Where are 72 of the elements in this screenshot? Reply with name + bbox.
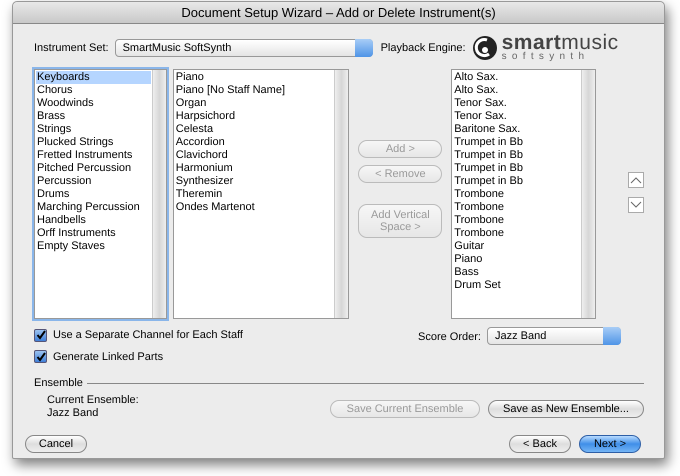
scrollbar[interactable] [334,70,348,318]
score-item[interactable]: Trumpet in Bb [453,175,580,188]
instrument-item[interactable]: Clavichord [174,149,334,162]
score-item[interactable]: Piano [453,253,580,266]
category-item[interactable]: Plucked Strings [36,136,151,149]
checkbox-label: Use a Separate Channel for Each Staff [53,328,243,343]
score-item[interactable]: Drum Set [453,279,580,292]
instrument-item[interactable]: Harmonium [174,162,334,175]
logo-tagline: softsynth [502,52,590,62]
instrument-item[interactable]: Harpsichord [174,110,334,123]
current-ensemble-value: Jazz Band [47,406,100,420]
score-item[interactable]: Trombone [453,227,580,240]
wizard-button[interactable]: < Back [509,434,571,452]
save-as-new-ensemble-button[interactable]: Save as New Ensemble... [488,400,644,418]
checkbox-label: Generate Linked Parts [53,350,164,364]
checkbox[interactable] [34,350,47,364]
category-item[interactable]: Pitched Percussion [36,162,151,175]
instrument-set-dropdown[interactable]: SmartMusic SoftSynth [114,39,373,57]
ensemble-group-label: Ensemble [34,376,83,391]
wizard-button[interactable]: Cancel [25,434,87,452]
window-title: Document Setup Wizard – Add or Delete Instrument(s) [181,5,496,21]
category-item[interactable]: Marching Percussion [36,201,151,214]
score-item[interactable]: Trombone [453,188,580,201]
category-item[interactable]: Chorus [36,84,151,97]
instrument-list[interactable]: Piano Piano [No Staff Name] Organ Harpsichord Celesta Accordion Clavichord Harmonium Synthesizer Theremin Ondes Martenot [172,69,350,319]
score-item[interactable]: Trumpet in Bb [453,149,580,162]
instrument-item[interactable]: Synthesizer [174,175,334,188]
score-item[interactable]: Baritone Sax. [453,123,580,136]
score-item[interactable]: Alto Sax. [453,71,580,84]
move-down-button[interactable] [628,197,644,213]
playback-engine-label: Playback Engine: [380,40,466,56]
score-item[interactable]: Guitar [453,240,580,253]
score-list[interactable]: Alto Sax. Alto Sax. Tenor Sax. Tenor Sax. Baritone Sax. Trumpet in Bb Trumpet in Bb Trumpet in Bb Trumpet in Bb Trombone Trombone Trombone Trombone Guitar Piano Bass Drum Set [451,69,596,319]
score-item[interactable]: Alto Sax. [453,84,580,97]
score-item[interactable]: Trumpet in Bb [453,162,580,175]
category-item[interactable]: Orff Instruments [36,227,151,240]
instrument-item[interactable]: Accordion [174,136,334,149]
category-list[interactable]: Keyboards Chorus Woodwinds Brass Strings Plucked Strings Fretted Instruments Pitched Percussion Percussion Drums Marching Percussion Handbells Orff Instruments Empty Staves [34,69,167,319]
score-item[interactable]: Trumpet in Bb [453,136,580,149]
category-item[interactable]: Drums [36,188,151,201]
score-item[interactable]: Bass [453,266,580,279]
instrument-item[interactable]: Organ [174,97,334,110]
category-item[interactable]: Fretted Instruments [36,149,151,162]
category-item[interactable]: Percussion [36,175,151,188]
move-up-button[interactable] [628,172,644,188]
category-item[interactable]: Empty Staves [36,240,151,253]
category-item[interactable]: Woodwinds [36,97,151,110]
instrument-item[interactable]: Piano [No Staff Name] [174,84,334,97]
scrollbar[interactable] [152,70,166,318]
score-item[interactable]: Trombone [453,214,580,227]
current-ensemble-label: Current Ensemble: [47,394,140,406]
category-item[interactable]: Brass [36,110,151,123]
wizard-button[interactable]: Next > [579,434,641,452]
instrument-item[interactable]: Celesta [174,123,334,136]
checkbox[interactable] [34,328,47,342]
instrument-item[interactable]: Theremin [174,188,334,201]
category-item[interactable]: Handbells [36,214,151,227]
score-item[interactable]: Tenor Sax. [453,97,580,110]
instrument-item[interactable]: Piano [174,71,334,84]
chevron-down-icon [630,201,642,209]
logo-icon [472,35,498,61]
score-item[interactable]: Trombone [453,201,580,214]
score-order-label: Score Order: [418,330,481,345]
chevron-up-icon [630,176,642,184]
category-item[interactable]: Strings [36,123,151,136]
instrument-item[interactable]: Ondes Martenot [174,201,334,214]
instrument-set-label: Instrument Set: [34,40,109,56]
score-order-dropdown[interactable]: Jazz Band [486,327,621,345]
score-item[interactable]: Tenor Sax. [453,110,580,123]
category-item[interactable]: Keyboards [36,71,151,84]
scrollbar[interactable] [581,70,595,318]
logo-wordmark: smartmusic [502,34,619,52]
